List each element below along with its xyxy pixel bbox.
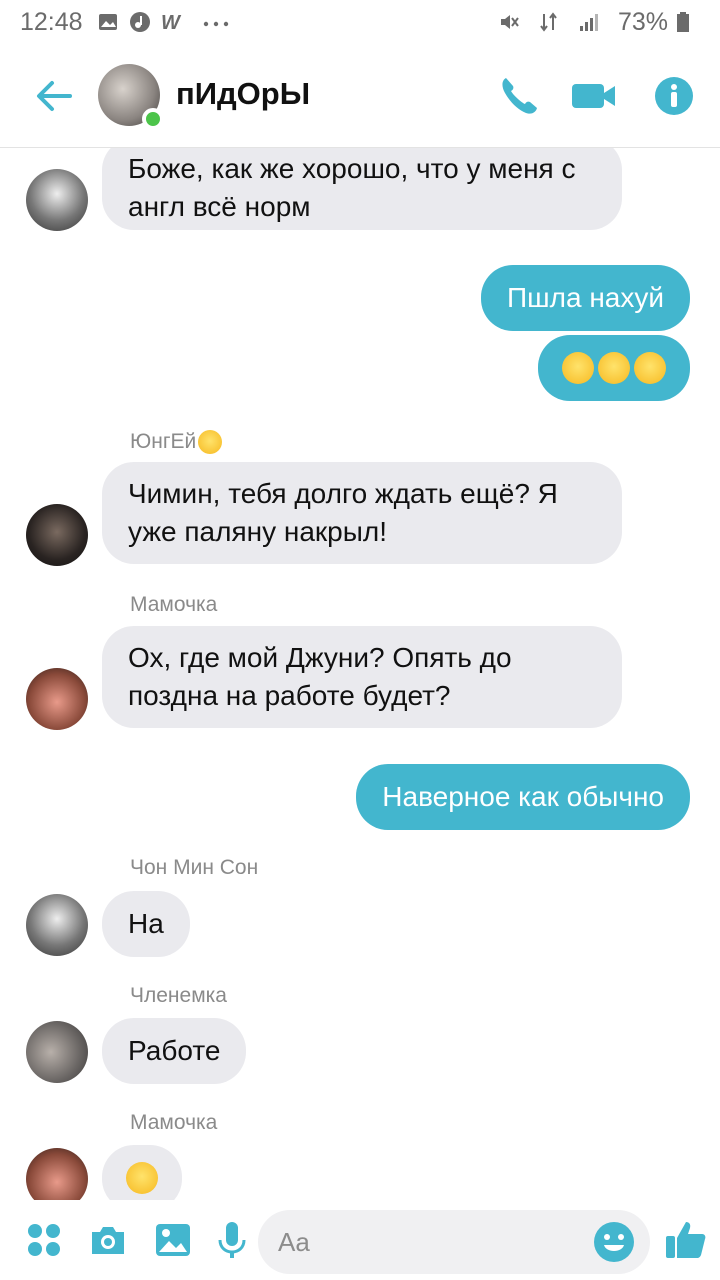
laughing-emoji-icon bbox=[634, 352, 666, 384]
camera-icon[interactable] bbox=[88, 1220, 128, 1260]
pensive-emoji-icon bbox=[126, 1162, 158, 1194]
sender-avatar[interactable] bbox=[26, 894, 88, 956]
w-app-icon: W bbox=[161, 12, 182, 33]
mute-icon bbox=[500, 15, 519, 29]
sender-avatar[interactable] bbox=[26, 1021, 88, 1083]
battery-icon bbox=[677, 12, 689, 32]
gallery-icon bbox=[98, 14, 117, 30]
laughing-emoji-icon bbox=[598, 352, 630, 384]
laughing-emoji-icon bbox=[198, 430, 223, 455]
sender-avatar[interactable] bbox=[26, 668, 88, 730]
message-bubble-incoming[interactable]: На bbox=[102, 891, 190, 957]
sender-name: Членемка bbox=[130, 984, 227, 1007]
group-avatar[interactable] bbox=[98, 64, 164, 130]
sender-name: ЮнгЕй bbox=[130, 430, 224, 455]
thumbs-up-icon[interactable] bbox=[664, 1218, 708, 1262]
gallery-image-icon[interactable] bbox=[153, 1220, 193, 1260]
message-bubble-incoming[interactable]: Работе bbox=[102, 1018, 247, 1084]
message-bubble-outgoing[interactable]: Наверное как обычно bbox=[356, 764, 690, 830]
emoji-picker-icon[interactable] bbox=[592, 1220, 636, 1264]
music-icon bbox=[129, 12, 150, 32]
message-bubble-incoming[interactable]: Боже, как же хорошо, что у меня с англ в… bbox=[102, 148, 622, 230]
message-input-box[interactable] bbox=[258, 1210, 650, 1274]
sender-name: Мамочка bbox=[130, 1111, 218, 1134]
message-bubble-outgoing[interactable]: Пшла нахуй bbox=[481, 265, 690, 331]
emoji-message-incoming[interactable] bbox=[102, 1145, 182, 1200]
status-right: 73% bbox=[498, 8, 700, 37]
sender-name: Мамочка bbox=[130, 593, 218, 616]
message-input[interactable] bbox=[278, 1224, 578, 1260]
message-list[interactable]: Боже, как же хорошо, что у меня с англ в… bbox=[0, 148, 720, 1200]
back-arrow-icon[interactable] bbox=[32, 74, 76, 118]
emoji-message-outgoing[interactable] bbox=[538, 335, 690, 401]
info-icon[interactable] bbox=[652, 74, 696, 118]
battery-percent: 73% bbox=[617, 7, 668, 36]
status-time: 12:48 bbox=[20, 7, 83, 36]
video-call-icon[interactable] bbox=[570, 74, 618, 118]
sender-avatar[interactable] bbox=[26, 1148, 88, 1200]
data-arrows-icon bbox=[540, 12, 557, 32]
composer-bar bbox=[0, 1200, 720, 1280]
message-bubble-incoming[interactable]: Чимин, тебя долго ждать ещё? Я уже палян… bbox=[102, 462, 622, 564]
sender-name: Чон Мин Сон bbox=[130, 856, 259, 879]
more-options-icon[interactable] bbox=[24, 1220, 64, 1260]
signal-icon bbox=[579, 14, 598, 31]
microphone-icon[interactable] bbox=[212, 1220, 252, 1260]
phone-call-icon[interactable] bbox=[496, 74, 540, 118]
chat-title[interactable]: пИдОрЫ bbox=[176, 76, 310, 112]
sender-avatar[interactable] bbox=[26, 169, 88, 231]
message-bubble-incoming[interactable]: Ох, где мой Джуни? Опять до поздна на ра… bbox=[102, 626, 622, 728]
laughing-emoji-icon bbox=[562, 352, 594, 384]
online-status-dot bbox=[142, 108, 164, 130]
sender-avatar[interactable] bbox=[26, 504, 88, 566]
status-bar: 12:48 W 73% bbox=[0, 0, 720, 44]
svg-text:W: W bbox=[161, 12, 182, 33]
more-dots-icon bbox=[203, 21, 228, 27]
chat-header: пИдОрЫ bbox=[0, 44, 720, 148]
